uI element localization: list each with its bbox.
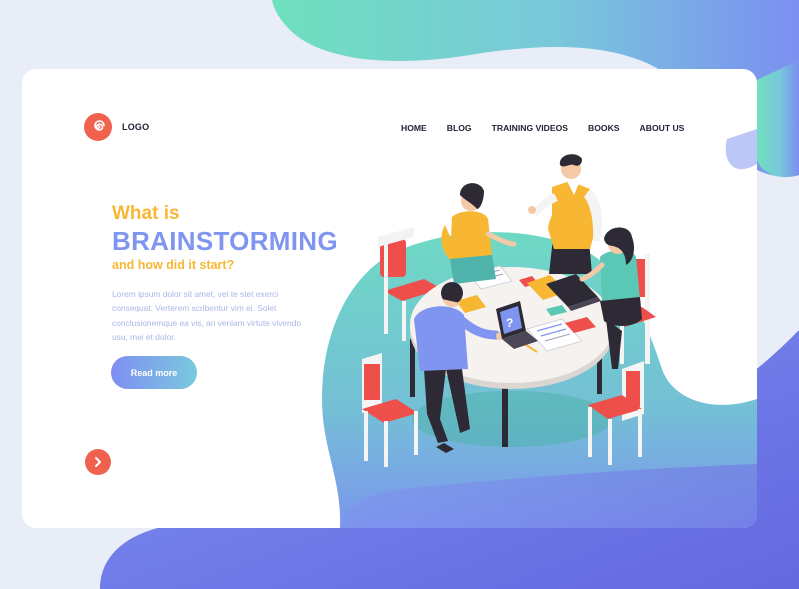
landing-card: LOGO HOME BLOG TRAINING VIDEOS BOOKS ABO… — [22, 69, 757, 528]
figure-standing-man — [528, 154, 602, 274]
brainstorming-illustration: ? — [362, 154, 656, 467]
laptop-question-mark: ? — [506, 316, 513, 330]
chair-front-left — [362, 353, 418, 467]
